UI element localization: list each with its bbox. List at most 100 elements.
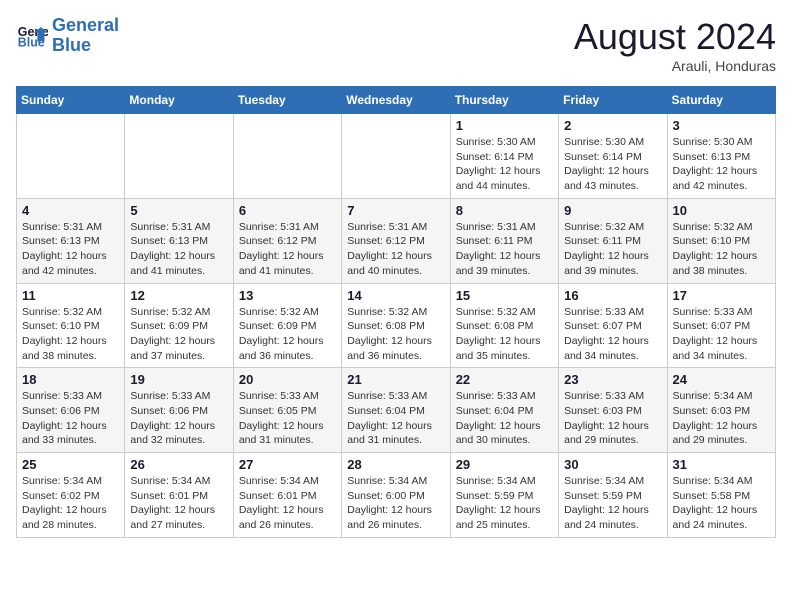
week-row-4: 18 Sunrise: 5:33 AM Sunset: 6:06 PM Dayli…: [17, 368, 776, 453]
location: Arauli, Honduras: [574, 58, 776, 74]
calendar-cell: 10Sunrise: 5:32 AM Sunset: 6:10 PM Dayli…: [667, 198, 775, 283]
calendar-cell: 27Sunrise: 5:34 AM Sunset: 6:01 PM Dayli…: [233, 453, 341, 538]
day-info: Sunrise: 5:34 AM Sunset: 5:58 PM Dayligh…: [673, 474, 770, 533]
calendar-cell: 11 Sunrise: 5:32 AM Sunset: 6:10 PM Dayli…: [17, 283, 125, 368]
calendar-cell: 15 Sunrise: 5:32 AM Sunset: 6:08 PM Dayli…: [450, 283, 558, 368]
calendar-cell: [233, 114, 341, 199]
calendar-cell: 29Sunrise: 5:34 AM Sunset: 5:59 PM Dayli…: [450, 453, 558, 538]
day-number: 8: [456, 203, 553, 218]
week-row-5: 25 Sunrise: 5:34 AM Sunset: 6:02 PM Dayli…: [17, 453, 776, 538]
logo: General Blue GeneralBlue: [16, 16, 119, 56]
day-number: 4: [22, 203, 119, 218]
calendar-cell: 14 Sunrise: 5:32 AM Sunset: 6:08 PM Dayli…: [342, 283, 450, 368]
weekday-sunday: Sunday: [17, 87, 125, 114]
week-row-2: 4 Sunrise: 5:31 AM Sunset: 6:13 PM Daylig…: [17, 198, 776, 283]
day-number: 26: [130, 457, 227, 472]
day-number: 11: [22, 288, 119, 303]
day-info: Sunrise: 5:30 AM Sunset: 6:14 PM Dayligh…: [564, 135, 661, 194]
calendar-cell: 5 Sunrise: 5:31 AM Sunset: 6:13 PM Daylig…: [125, 198, 233, 283]
day-number: 10: [673, 203, 770, 218]
day-info: Sunrise: 5:34 AM Sunset: 5:59 PM Dayligh…: [564, 474, 661, 533]
calendar-cell: 4Sunrise: 5:31 AM Sunset: 6:13 PM Daylig…: [17, 198, 125, 283]
day-number: 14: [347, 288, 444, 303]
week-row-1: 1 Sunrise: 5:30 AM Sunset: 6:14 PM Daylig…: [17, 114, 776, 199]
calendar-body: 1 Sunrise: 5:30 AM Sunset: 6:14 PM Daylig…: [17, 114, 776, 538]
calendar-cell: 16Sunrise: 5:33 AM Sunset: 6:07 PM Dayli…: [559, 283, 667, 368]
day-info: Sunrise: 5:32 AM Sunset: 6:09 PM Dayligh…: [239, 305, 336, 364]
calendar-cell: 9Sunrise: 5:32 AM Sunset: 6:11 PM Daylig…: [559, 198, 667, 283]
logo-icon: General Blue: [16, 20, 48, 52]
day-info: Sunrise: 5:31 AM Sunset: 6:13 PM Dayligh…: [130, 220, 227, 279]
calendar-cell: 8 Sunrise: 5:31 AM Sunset: 6:11 PM Daylig…: [450, 198, 558, 283]
day-number: 22: [456, 372, 553, 387]
day-number: 29: [456, 457, 553, 472]
logo-text: GeneralBlue: [52, 16, 119, 56]
weekday-friday: Friday: [559, 87, 667, 114]
day-info: Sunrise: 5:32 AM Sunset: 6:08 PM Dayligh…: [456, 305, 553, 364]
day-info: Sunrise: 5:34 AM Sunset: 6:00 PM Dayligh…: [347, 474, 444, 533]
day-number: 27: [239, 457, 336, 472]
calendar-cell: 30Sunrise: 5:34 AM Sunset: 5:59 PM Dayli…: [559, 453, 667, 538]
calendar-cell: 17 Sunrise: 5:33 AM Sunset: 6:07 PM Dayli…: [667, 283, 775, 368]
day-info: Sunrise: 5:34 AM Sunset: 6:01 PM Dayligh…: [130, 474, 227, 533]
day-number: 24: [673, 372, 770, 387]
calendar-cell: 6Sunrise: 5:31 AM Sunset: 6:12 PM Daylig…: [233, 198, 341, 283]
day-info: Sunrise: 5:31 AM Sunset: 6:12 PM Dayligh…: [347, 220, 444, 279]
calendar-cell: 26 Sunrise: 5:34 AM Sunset: 6:01 PM Dayli…: [125, 453, 233, 538]
day-info: Sunrise: 5:31 AM Sunset: 6:12 PM Dayligh…: [239, 220, 336, 279]
calendar-cell: 3 Sunrise: 5:30 AM Sunset: 6:13 PM Daylig…: [667, 114, 775, 199]
day-info: Sunrise: 5:32 AM Sunset: 6:11 PM Dayligh…: [564, 220, 661, 279]
day-number: 3: [673, 118, 770, 133]
calendar-cell: 22Sunrise: 5:33 AM Sunset: 6:04 PM Dayli…: [450, 368, 558, 453]
day-info: Sunrise: 5:33 AM Sunset: 6:04 PM Dayligh…: [347, 389, 444, 448]
calendar-cell: 1Sunrise: 5:30 AM Sunset: 6:14 PM Daylig…: [450, 114, 558, 199]
weekday-header-row: SundayMondayTuesdayWednesdayThursdayFrid…: [17, 87, 776, 114]
day-info: Sunrise: 5:30 AM Sunset: 6:13 PM Dayligh…: [673, 135, 770, 194]
weekday-saturday: Saturday: [667, 87, 775, 114]
calendar-cell: 7 Sunrise: 5:31 AM Sunset: 6:12 PM Daylig…: [342, 198, 450, 283]
day-number: 5: [130, 203, 227, 218]
day-info: Sunrise: 5:33 AM Sunset: 6:07 PM Dayligh…: [673, 305, 770, 364]
day-number: 23: [564, 372, 661, 387]
calendar-header: SundayMondayTuesdayWednesdayThursdayFrid…: [17, 87, 776, 114]
day-info: Sunrise: 5:32 AM Sunset: 6:08 PM Dayligh…: [347, 305, 444, 364]
day-info: Sunrise: 5:34 AM Sunset: 6:03 PM Dayligh…: [673, 389, 770, 448]
day-number: 12: [130, 288, 227, 303]
calendar-cell: [17, 114, 125, 199]
calendar-cell: 25 Sunrise: 5:34 AM Sunset: 6:02 PM Dayli…: [17, 453, 125, 538]
day-info: Sunrise: 5:33 AM Sunset: 6:06 PM Dayligh…: [130, 389, 227, 448]
weekday-tuesday: Tuesday: [233, 87, 341, 114]
day-number: 2: [564, 118, 661, 133]
day-number: 17: [673, 288, 770, 303]
day-number: 25: [22, 457, 119, 472]
title-block: August 2024 Arauli, Honduras: [574, 16, 776, 74]
day-number: 20: [239, 372, 336, 387]
day-info: Sunrise: 5:32 AM Sunset: 6:10 PM Dayligh…: [22, 305, 119, 364]
day-number: 15: [456, 288, 553, 303]
day-info: Sunrise: 5:34 AM Sunset: 6:02 PM Dayligh…: [22, 474, 119, 533]
calendar-cell: [342, 114, 450, 199]
day-number: 13: [239, 288, 336, 303]
calendar-cell: 24 Sunrise: 5:34 AM Sunset: 6:03 PM Dayli…: [667, 368, 775, 453]
calendar-cell: 31 Sunrise: 5:34 AM Sunset: 5:58 PM Dayli…: [667, 453, 775, 538]
month-title: August 2024: [574, 16, 776, 58]
day-info: Sunrise: 5:31 AM Sunset: 6:11 PM Dayligh…: [456, 220, 553, 279]
weekday-monday: Monday: [125, 87, 233, 114]
calendar-cell: 19 Sunrise: 5:33 AM Sunset: 6:06 PM Dayli…: [125, 368, 233, 453]
day-number: 18: [22, 372, 119, 387]
calendar-cell: 18 Sunrise: 5:33 AM Sunset: 6:06 PM Dayli…: [17, 368, 125, 453]
calendar-cell: 12Sunrise: 5:32 AM Sunset: 6:09 PM Dayli…: [125, 283, 233, 368]
day-number: 31: [673, 457, 770, 472]
day-number: 1: [456, 118, 553, 133]
week-row-3: 11 Sunrise: 5:32 AM Sunset: 6:10 PM Dayli…: [17, 283, 776, 368]
calendar-cell: 28Sunrise: 5:34 AM Sunset: 6:00 PM Dayli…: [342, 453, 450, 538]
calendar-cell: 23Sunrise: 5:33 AM Sunset: 6:03 PM Dayli…: [559, 368, 667, 453]
day-info: Sunrise: 5:33 AM Sunset: 6:06 PM Dayligh…: [22, 389, 119, 448]
calendar-table: SundayMondayTuesdayWednesdayThursdayFrid…: [16, 86, 776, 538]
calendar-cell: 21 Sunrise: 5:33 AM Sunset: 6:04 PM Dayli…: [342, 368, 450, 453]
day-number: 19: [130, 372, 227, 387]
day-number: 21: [347, 372, 444, 387]
weekday-wednesday: Wednesday: [342, 87, 450, 114]
day-number: 7: [347, 203, 444, 218]
calendar-cell: 20Sunrise: 5:33 AM Sunset: 6:05 PM Dayli…: [233, 368, 341, 453]
